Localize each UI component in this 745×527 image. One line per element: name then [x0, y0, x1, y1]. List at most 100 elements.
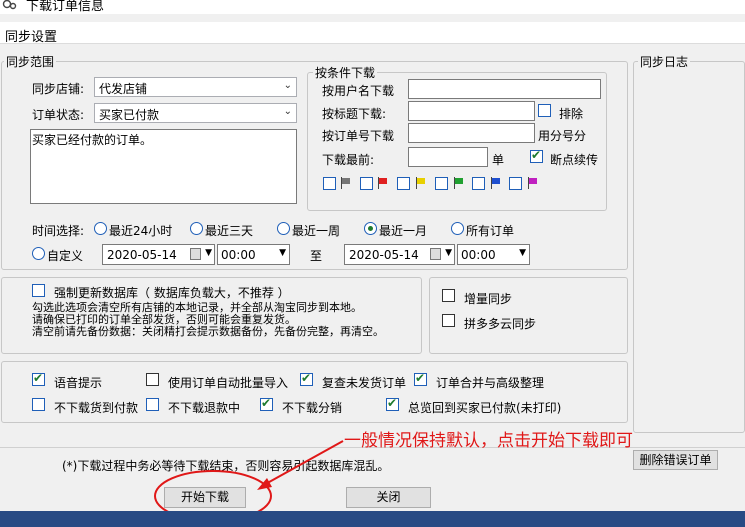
flag-green-checkbox[interactable]	[435, 177, 448, 190]
by-title-label: 按标题下载:	[322, 107, 387, 121]
purple-flag-icon	[528, 177, 538, 189]
recent-unit-label: 单	[492, 153, 505, 167]
radio-last-24h-label: 最近24小时	[109, 224, 173, 238]
merge-checkbox[interactable]	[414, 371, 427, 386]
force-update-checkbox[interactable]	[32, 284, 45, 297]
store-select-value: 代发店铺	[99, 82, 148, 96]
status-description: 买家已经付款的订单。	[32, 133, 153, 147]
exclude-checkbox[interactable]	[538, 104, 551, 117]
flag-gray-checkbox[interactable]	[323, 177, 336, 190]
flag-red-checkbox[interactable]	[360, 177, 373, 190]
window-title: 下载订单信息	[26, 0, 105, 14]
store-label: 同步店铺:	[32, 82, 85, 96]
no-distribution-label: 不下载分销	[282, 401, 343, 415]
no-cod-label: 不下载货到付款	[54, 401, 139, 415]
radio-custom[interactable]	[32, 247, 45, 260]
store-select[interactable]: 代发店铺 ⌄	[94, 77, 297, 97]
conditions-legend: 按条件下载	[313, 64, 378, 81]
status-description-box[interactable]: 买家已经付款的订单。	[30, 129, 297, 204]
auto-import-label: 使用订单自动批量导入	[168, 376, 289, 390]
no-distribution-checkbox[interactable]	[260, 396, 273, 411]
review-label: 复查未发货订单	[322, 376, 407, 390]
sync-log-group	[633, 61, 745, 433]
green-flag-icon	[454, 177, 464, 189]
radio-last-month[interactable]	[364, 222, 377, 235]
no-refund-label: 不下载退款中	[168, 401, 241, 415]
sync-range-legend: 同步范围	[4, 53, 57, 70]
gray-flag-icon	[341, 177, 351, 189]
menu-sync-settings[interactable]: 同步设置	[5, 26, 57, 45]
app-icon	[2, 0, 17, 10]
end-time-value: 00:00	[461, 248, 496, 262]
force-note-3: 清空前请先备份数据：关闭精打会提示数据备份，先备份完整，再清空。	[32, 325, 384, 338]
taskbar-strip	[0, 511, 745, 527]
radio-last-3-days-label: 最近三天	[205, 224, 254, 238]
footer-warning: (*)下载过程中务必等待下载结束，否则容易引起数据库混乱。	[62, 459, 390, 473]
voice-checkbox[interactable]	[32, 371, 45, 386]
force-update-label: 强制更新数据库（ 数据库负载大，不推荐 ）	[54, 286, 290, 300]
delete-errors-button[interactable]: 删除错误订单	[633, 450, 718, 470]
radio-custom-label: 自定义	[47, 249, 84, 263]
radio-last-24h[interactable]	[94, 222, 107, 235]
by-title-input[interactable]	[408, 101, 535, 121]
by-order-label: 按订单号下载	[322, 129, 395, 143]
radio-last-week[interactable]	[277, 222, 290, 235]
resume-checkbox[interactable]	[530, 148, 543, 163]
end-date-picker[interactable]: 2020-05-14 ▼	[344, 244, 455, 265]
close-button[interactable]: 关闭	[346, 487, 431, 508]
by-user-input[interactable]	[408, 79, 601, 99]
end-time-picker[interactable]: 00:00 ▼	[457, 244, 530, 265]
start-date-value: 2020-05-14	[107, 248, 177, 262]
flag-blue-checkbox[interactable]	[472, 177, 485, 190]
annotation-arrowhead	[257, 478, 272, 490]
start-time-picker[interactable]: 00:00 ▼	[217, 244, 290, 265]
to-label: 至	[310, 249, 323, 263]
chevron-down-icon: ▼	[519, 248, 526, 258]
calendar-icon	[190, 248, 201, 260]
chevron-down-icon: ⌄	[283, 106, 292, 117]
resume-label: 断点续传	[550, 153, 599, 167]
radio-last-week-label: 最近一周	[292, 224, 341, 238]
radio-last-month-label: 最近一月	[379, 224, 428, 238]
recent-label: 下载最前:	[322, 153, 375, 167]
overview-label: 总览回到买家已付款(未打印)	[408, 401, 562, 415]
start-download-button[interactable]: 开始下载	[164, 487, 246, 508]
status-select[interactable]: 买家已付款 ⌄	[94, 103, 297, 123]
end-date-value: 2020-05-14	[349, 248, 419, 262]
overview-checkbox[interactable]	[386, 396, 399, 411]
chevron-down-icon: ▼	[279, 248, 286, 258]
pdd-sync-checkbox[interactable]	[442, 314, 455, 327]
split-hint-label: 用分号分	[538, 129, 587, 143]
chevron-down-icon: ▼	[205, 248, 212, 258]
radio-last-3-days[interactable]	[190, 222, 203, 235]
chevron-down-icon: ▼	[445, 248, 452, 258]
red-flag-icon	[378, 177, 388, 189]
review-checkbox[interactable]	[300, 371, 313, 386]
by-user-label: 按用户名下载	[322, 84, 395, 98]
incremental-sync-checkbox[interactable]	[442, 289, 455, 302]
no-cod-checkbox[interactable]	[32, 398, 45, 411]
yellow-flag-icon	[416, 177, 426, 189]
recent-count-input[interactable]	[408, 147, 488, 167]
incremental-sync-label: 增量同步	[464, 292, 513, 306]
exclude-label: 排除	[559, 107, 584, 121]
status-label: 订单状态:	[32, 108, 85, 122]
no-refund-checkbox[interactable]	[146, 398, 159, 411]
time-label: 时间选择:	[32, 224, 85, 238]
calendar-icon	[430, 248, 441, 260]
radio-all-orders-label: 所有订单	[466, 224, 515, 238]
annotation-text: 一般情况保持默认，点击开始下载即可	[344, 431, 633, 451]
start-date-picker[interactable]: 2020-05-14 ▼	[102, 244, 215, 265]
merge-label: 订单合并与高级整理	[436, 376, 545, 390]
pdd-sync-label: 拼多多云同步	[464, 317, 537, 331]
radio-all-orders[interactable]	[451, 222, 464, 235]
by-order-input[interactable]	[408, 123, 535, 143]
title-bar: 下载订单信息	[0, 0, 745, 14]
status-select-value: 买家已付款	[99, 108, 160, 122]
voice-label: 语音提示	[54, 376, 103, 390]
auto-import-checkbox[interactable]	[146, 373, 159, 386]
flag-purple-checkbox[interactable]	[509, 177, 522, 190]
sync-log-legend: 同步日志	[638, 53, 691, 70]
menu-bar: 同步设置	[0, 22, 745, 45]
flag-yellow-checkbox[interactable]	[397, 177, 410, 190]
